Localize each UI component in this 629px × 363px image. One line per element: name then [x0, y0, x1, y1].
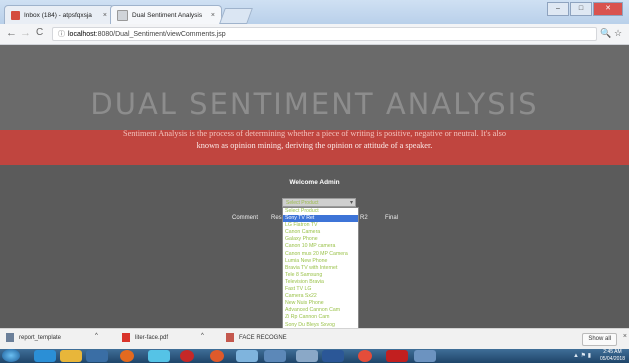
downloads-bar: report_template ^ liter-face.pdf ^ FACE … — [0, 328, 629, 349]
word-icon[interactable] — [322, 350, 344, 362]
dropdown-option[interactable]: Canon 10 MP camera — [283, 243, 358, 250]
column-res: Res — [271, 215, 282, 221]
close-window-button[interactable]: ✕ — [593, 2, 623, 16]
app-icon[interactable] — [236, 350, 258, 362]
dropdown-option[interactable]: Fast TV LG — [283, 286, 358, 293]
browser-titlebar: Inbox (184) - atpsfqxsja × Dual Sentimen… — [0, 0, 629, 24]
download-name: report_template — [19, 334, 62, 341]
dropdown-option[interactable]: Galaxy Phone — [283, 236, 358, 243]
product-select[interactable]: Select Product — [282, 198, 356, 208]
download-item[interactable]: FACE RECOGNE — [226, 333, 287, 342]
gmail-icon — [11, 10, 20, 20]
clock-date: 05/04/2018 — [599, 355, 625, 362]
folder-icon[interactable] — [60, 350, 82, 362]
zoom-icon[interactable]: 🔍 — [600, 28, 611, 39]
column-final: Final — [385, 215, 399, 221]
dropdown-option[interactable]: LG Flatron TV — [283, 222, 358, 229]
dropdown-option[interactable]: Canon Camera — [283, 229, 358, 236]
app-icon[interactable] — [414, 350, 436, 362]
app-icon[interactable] — [148, 350, 170, 362]
chrome-icon[interactable] — [358, 350, 372, 362]
url-path: :8080/Dual_Sentiment/viewComments.jsp — [95, 31, 226, 38]
windows-taskbar: ▲ ⚑ ▮ 2:45 AM 05/04/2018 — [0, 349, 629, 363]
description-line-2: known as opinion mining, deriving the op… — [196, 141, 433, 150]
column-comment: Comment — [232, 215, 259, 221]
file-icon — [226, 333, 234, 342]
address-bar[interactable]: ⓘ localhost:8080/Dual_Sentiment/viewComme… — [52, 27, 597, 41]
tab-label: Inbox (184) - atpsfqxsja — [24, 11, 92, 19]
pdf-icon — [122, 333, 130, 342]
product-dropdown-list[interactable]: Select Product Sony TV Ret LG Flatron TV Ca… — [282, 207, 359, 331]
dropdown-option[interactable]: Lumia New Phone — [283, 258, 358, 265]
app-icon[interactable] — [264, 350, 286, 362]
download-item[interactable]: report_template — [6, 333, 61, 342]
download-item[interactable]: liter-face.pdf — [122, 333, 168, 342]
dropdown-option[interactable]: Zi Rp Cannon Cam — [283, 314, 358, 321]
dropdown-option[interactable]: Select Product — [283, 208, 358, 215]
show-all-button[interactable]: Show all — [582, 333, 617, 346]
reload-button[interactable]: C — [36, 27, 43, 38]
close-downloads-icon[interactable]: × — [623, 333, 627, 340]
tab-label: Dual Sentiment Analysis — [132, 11, 203, 19]
tab-inbox[interactable]: Inbox (184) - atpsfqxsja × — [4, 5, 114, 24]
download-name: FACE RECOGNE — [239, 334, 287, 341]
dropdown-option[interactable]: Sony TV Ret — [283, 215, 358, 223]
new-tab-button[interactable] — [219, 8, 253, 24]
minimize-button[interactable]: – — [547, 2, 569, 16]
dropdown-option[interactable]: Camera Sx22 — [283, 293, 358, 300]
maximize-button[interactable]: □ — [570, 2, 592, 16]
dropdown-option[interactable]: New Nuis Phone — [283, 300, 358, 307]
description-line-1: Sentiment Analysis is the process of det… — [122, 129, 507, 138]
browser-toolbar: ← → C ⓘ localhost:8080/Dual_Sentiment/vie… — [0, 24, 629, 45]
taskbar-clock[interactable]: 2:45 AM 05/04/2018 — [600, 349, 625, 362]
download-menu-chevron[interactable]: ^ — [201, 333, 204, 339]
app-icon[interactable] — [296, 350, 318, 362]
dropdown-option[interactable]: Bravia TV with Internet — [283, 265, 358, 272]
column-r2: R2 — [360, 215, 368, 221]
dropdown-option[interactable]: Advanced Cannon Cam — [283, 307, 358, 314]
download-name: liter-face.pdf — [135, 334, 169, 341]
info-icon[interactable]: ⓘ — [58, 31, 65, 38]
window-controls: – □ ✕ — [547, 2, 623, 16]
tab-dual-sentiment[interactable]: Dual Sentiment Analysis × — [110, 5, 222, 24]
start-button[interactable] — [2, 349, 20, 362]
description-text: Sentiment Analysis is the process of det… — [0, 129, 629, 152]
forward-button[interactable]: → — [20, 27, 31, 39]
page-icon — [117, 9, 128, 21]
dropdown-option[interactable]: Television Bravia — [283, 279, 358, 286]
firefox-icon[interactable] — [120, 350, 134, 362]
download-menu-chevron[interactable]: ^ — [95, 333, 98, 339]
page-title: DUAL SENTIMENT ANALYSIS — [90, 87, 539, 121]
dropdown-option[interactable]: Canon mus 20 MP Camera — [283, 251, 358, 258]
firefox-icon[interactable] — [210, 350, 224, 362]
file-icon — [6, 333, 14, 342]
tab-close-icon[interactable]: × — [211, 12, 215, 19]
system-tray-icons[interactable]: ▲ ⚑ ▮ — [573, 352, 591, 359]
back-button[interactable]: ← — [6, 27, 17, 39]
url-host: localhost — [68, 31, 96, 38]
acrobat-icon[interactable] — [386, 350, 408, 362]
tab-close-icon[interactable]: × — [103, 12, 107, 19]
opera-icon[interactable] — [180, 350, 194, 362]
bookmark-star-icon[interactable]: ☆ — [614, 28, 622, 39]
dropdown-option[interactable]: Tele 8 Samsung — [283, 272, 358, 279]
ie-icon[interactable] — [34, 350, 56, 362]
welcome-heading: Welcome Admin — [289, 179, 340, 186]
app-icon[interactable] — [86, 350, 108, 362]
clock-time: 2:45 AM — [603, 349, 622, 355]
page-content: DUAL SENTIMENT ANALYSIS Sentiment Analys… — [0, 45, 629, 331]
